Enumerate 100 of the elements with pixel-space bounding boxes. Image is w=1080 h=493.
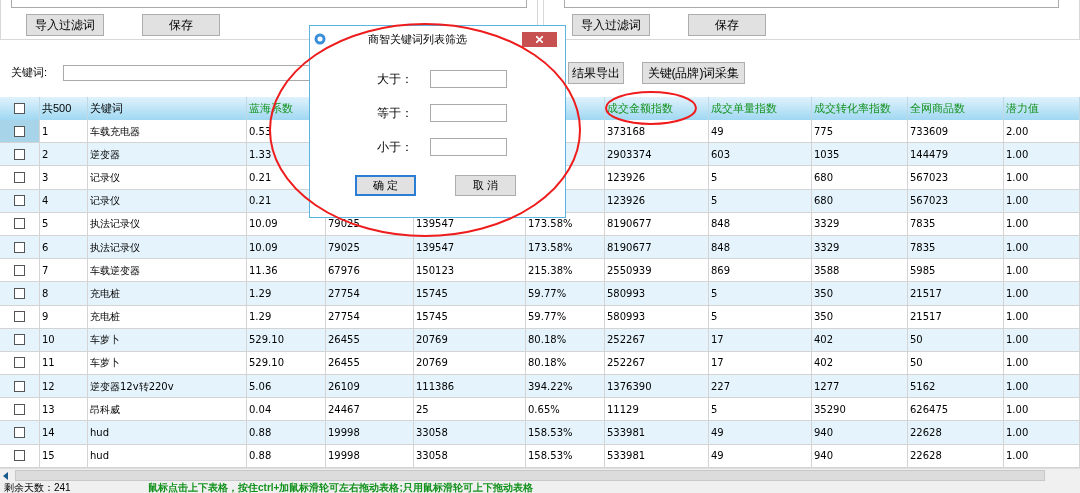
table-cell-text: 10.09 <box>249 217 278 232</box>
table-cell-text: 848 <box>711 217 731 232</box>
table-cell-text: 19998 <box>328 426 360 441</box>
table-cell-text: 12 <box>42 379 55 394</box>
table-cell-text: 5 <box>711 402 718 417</box>
table-cell-text: 26455 <box>328 356 360 371</box>
table-cell-text: 17 <box>711 356 724 371</box>
table-cell-text: 80.18% <box>528 333 567 348</box>
table-cell-text: 2550939 <box>607 263 652 278</box>
table-cell-text: 2.00 <box>1006 124 1029 139</box>
table-cell-text: 执法记录仪 <box>90 217 140 232</box>
table-cell-text: 603 <box>711 147 731 162</box>
table-cell-text: 11129 <box>607 402 639 417</box>
table-cell-text: 车萝卜 <box>90 356 120 371</box>
table-cell-text: 580993 <box>607 286 646 301</box>
table-cell-text: 173.58% <box>528 240 573 255</box>
table-cell-text: 27754 <box>328 310 360 325</box>
table-cell-text: 1.00 <box>1006 286 1029 301</box>
table-cell-text: 4 <box>42 194 49 209</box>
table-cell-text: 5 <box>42 217 49 232</box>
table-cell-text: 533981 <box>607 426 646 441</box>
table-cell-text: 33058 <box>416 449 448 464</box>
table-cell-text: 626475 <box>910 402 949 417</box>
table-cell-text: 50 <box>910 356 923 371</box>
table-cell-text: 20769 <box>416 356 448 371</box>
table-cell-text: 402 <box>814 333 834 348</box>
table-cell-text: 5 <box>711 310 718 325</box>
table-cell-text: 144479 <box>910 147 949 162</box>
table-cell-text: 5.06 <box>249 379 272 394</box>
days-left-text: 剩余天数：241 <box>4 482 72 493</box>
table-cell-text: 1.00 <box>1006 240 1029 255</box>
table-cell-text: 1.00 <box>1006 402 1029 417</box>
table-cell-text: 139547 <box>416 240 455 255</box>
table-cell-text: 567023 <box>910 170 949 185</box>
table-cell-text: 173.58% <box>528 217 573 232</box>
table-cell-text: 8190677 <box>607 240 652 255</box>
table-cell-text: 869 <box>711 263 731 278</box>
table-cell-text: 10 <box>42 333 55 348</box>
table-cell-text: 1.00 <box>1006 217 1029 232</box>
table-cell-text: 733609 <box>910 124 949 139</box>
table-cell-text: 0.88 <box>249 449 272 464</box>
table-cell-text: 252267 <box>607 356 646 371</box>
table-cell-text: 昂科威 <box>90 402 120 417</box>
table-cell-text: 0.65% <box>528 402 560 417</box>
table-cell-text: 2 <box>42 147 49 162</box>
table-cell-text: 7835 <box>910 217 936 232</box>
table-cell-text: 1.00 <box>1006 147 1029 162</box>
table-cell-text: 1.00 <box>1006 449 1029 464</box>
table-cell-text: 11.36 <box>249 263 278 278</box>
table-cell-text: 11 <box>42 356 55 371</box>
table-cell-text: 35290 <box>814 402 846 417</box>
table-cell-text: 848 <box>711 240 731 255</box>
table-cell-text: 150123 <box>416 263 455 278</box>
table-cell-text: 5162 <box>910 379 936 394</box>
table-cell-text: 执法记录仪 <box>90 240 140 255</box>
table-cell-text: 车载充电器 <box>90 124 140 139</box>
table-cell-text: 9 <box>42 310 49 325</box>
table-cell-text: 26455 <box>328 333 360 348</box>
table-cell-text: 1.33 <box>249 147 272 162</box>
field-label: 大于： <box>377 71 414 88</box>
table-cell-text: 1277 <box>814 379 840 394</box>
table-cell-text: 533981 <box>607 449 646 464</box>
field-label: 等于： <box>377 105 414 122</box>
table-cell-text: 1.00 <box>1006 379 1029 394</box>
table-cell-text: 8 <box>42 286 49 301</box>
table-cell-text: 529.10 <box>249 333 284 348</box>
table-cell-text: 580993 <box>607 310 646 325</box>
table-cell-text: 车萝卜 <box>90 333 120 348</box>
table-cell-text: 15745 <box>416 310 448 325</box>
table-cell-text: 3329 <box>814 240 840 255</box>
table-cell-text: 80.18% <box>528 356 567 371</box>
table-cell-text: 0.21 <box>249 194 272 209</box>
table-cell-text: 1.00 <box>1006 356 1029 371</box>
table-cell-text: 车载逆变器 <box>90 263 140 278</box>
table-cell-text: 0.21 <box>249 170 272 185</box>
table-cell-text: 1.29 <box>249 310 272 325</box>
table-cell-text: 22628 <box>910 426 942 441</box>
table-cell-text: 567023 <box>910 194 949 209</box>
table-cell-text: 1 <box>42 124 49 139</box>
table-cell-text: 215.38% <box>528 263 573 278</box>
table-cell-text: 1.00 <box>1006 263 1029 278</box>
table-cell-text: 记录仪 <box>90 194 120 209</box>
table-cell-text: 49 <box>711 449 724 464</box>
table-cell-text: 逆变器12v转220v <box>90 379 174 394</box>
table-cell-text: 79025 <box>328 240 360 255</box>
table-cell-text: 25 <box>416 402 429 417</box>
table-cell-text: 67976 <box>328 263 360 278</box>
hint-text: 鼠标点击上下表格，按住ctrl+加鼠标滑轮可左右拖动表格;只用鼠标滑轮可上下拖动表格 <box>148 482 533 493</box>
table-cell-text: 2903374 <box>607 147 652 162</box>
table-cell-text: 252267 <box>607 333 646 348</box>
dialog-title: 商智关键词列表筛选 <box>368 31 467 47</box>
table-cell-text: 3329 <box>814 217 840 232</box>
table-cell-text: hud <box>90 449 110 464</box>
table-cell-text: 1.00 <box>1006 426 1029 441</box>
table-cell-text: 3588 <box>814 263 840 278</box>
table-cell-text: 373168 <box>607 124 646 139</box>
table-cell-text: 139547 <box>416 217 455 232</box>
table-cell-text: 123926 <box>607 170 646 185</box>
table-cell-text: 940 <box>814 449 834 464</box>
table-cell-text: 0.04 <box>249 402 272 417</box>
